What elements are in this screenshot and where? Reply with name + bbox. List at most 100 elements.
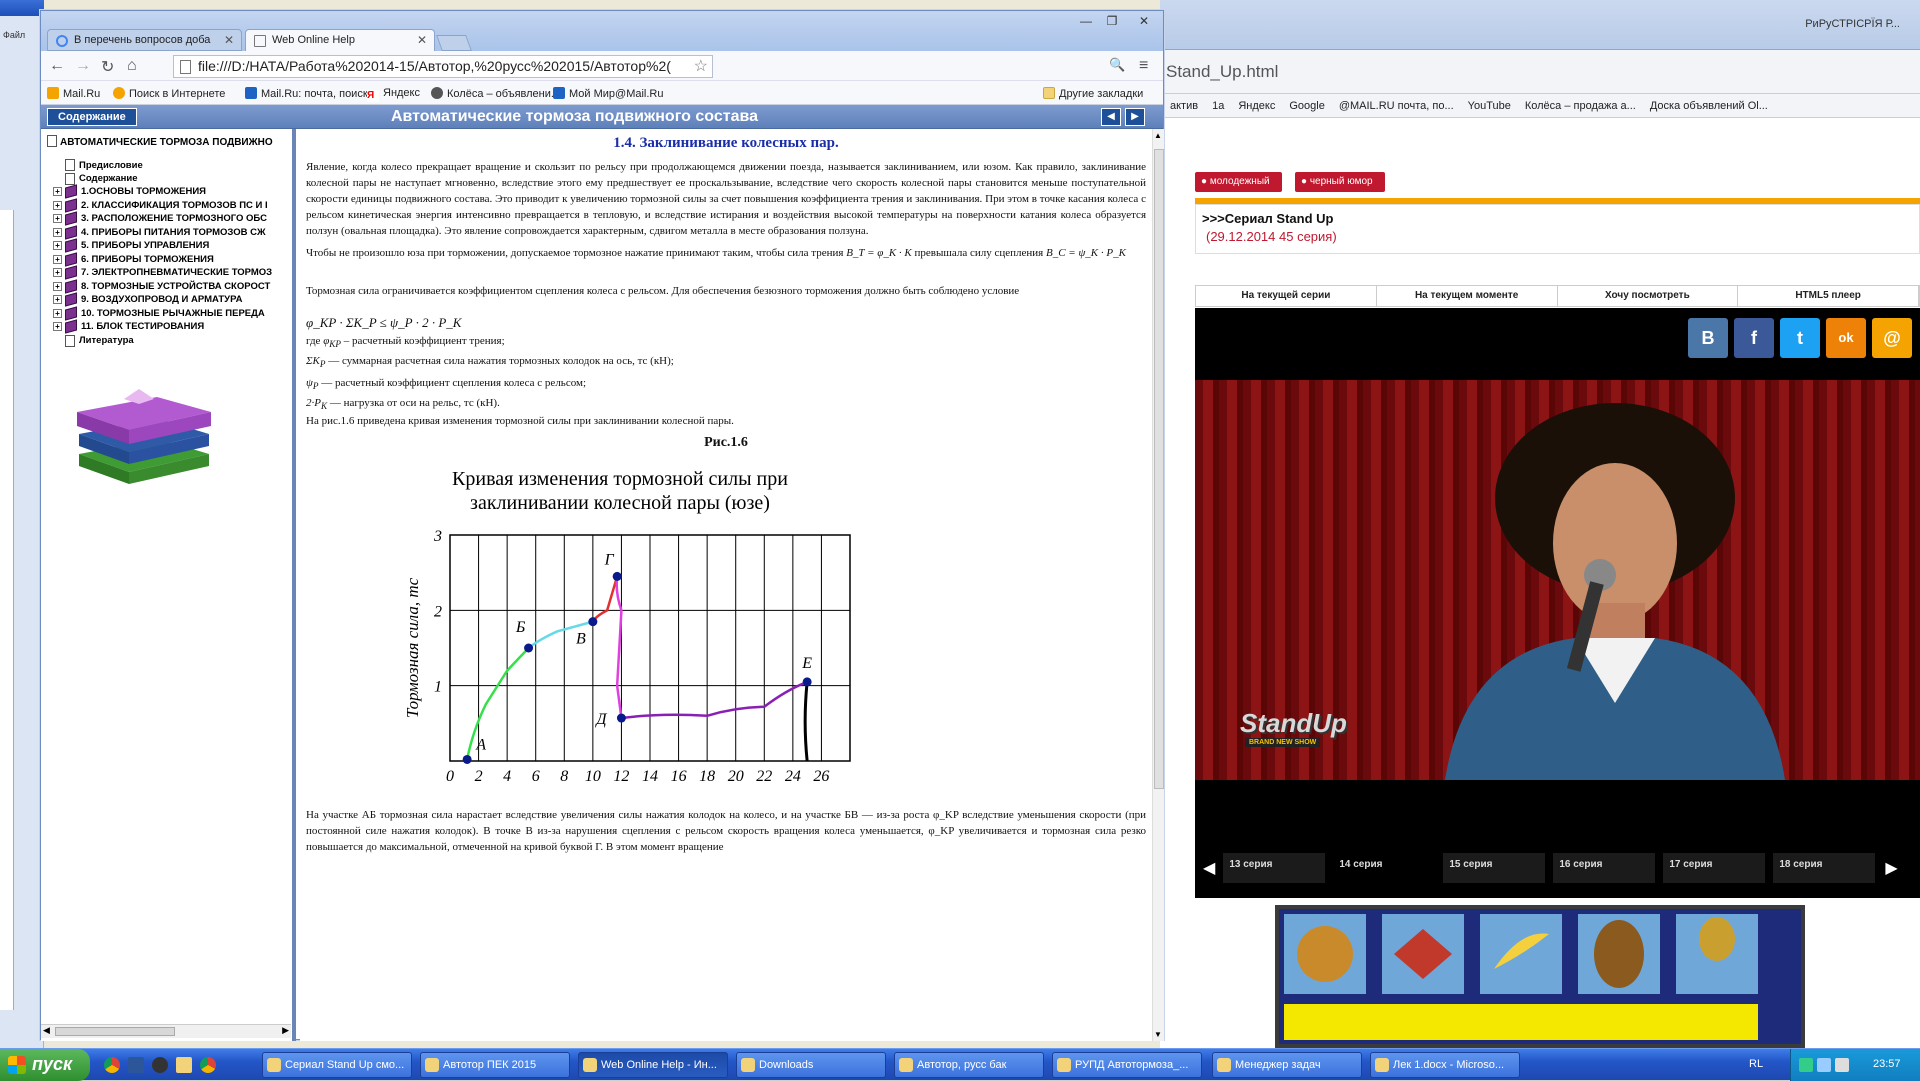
- search-extension-icon[interactable]: 🔍: [1109, 57, 1125, 73]
- tab-web-online-help[interactable]: Web Online Help ✕: [245, 29, 435, 51]
- taskbar-button[interactable]: РУПД Автотормоза_...: [1052, 1052, 1202, 1078]
- bg-bookmark-5[interactable]: YouTube: [1468, 100, 1511, 112]
- vk-share-icon[interactable]: В: [1688, 318, 1728, 358]
- bg-bookmark-6[interactable]: Колёса – продажа а...: [1525, 100, 1636, 112]
- toc-item[interactable]: Содержание: [53, 172, 138, 185]
- prev-topic-icon[interactable]: ◀: [1101, 108, 1121, 126]
- expand-icon[interactable]: +: [53, 281, 62, 291]
- content-vertical-scrollbar[interactable]: ▲ ▼: [1152, 129, 1164, 1041]
- toc-item[interactable]: +8. ТОРМОЗНЫЕ УСТРОЙСТВА СКОРОСТ: [53, 278, 270, 294]
- toc-item[interactable]: +11. БЛОК ТЕСТИРОВАНИЯ: [53, 319, 204, 334]
- video-player[interactable]: В f t ok @ StandUp BRAND NEW SHOW ◀ 13 с…: [1195, 308, 1920, 898]
- close-window-button[interactable]: ✕: [1127, 13, 1161, 29]
- menu-icon[interactable]: ≡: [1139, 57, 1148, 75]
- toc-item[interactable]: +6. ПРИБОРЫ ТОРМОЖЕНИЯ: [53, 251, 214, 267]
- scroll-left-icon[interactable]: ◀: [43, 1025, 50, 1036]
- clock[interactable]: 23:57: [1873, 1058, 1901, 1070]
- new-tab-button[interactable]: [436, 35, 472, 51]
- background-browser[interactable]: РиРуСТРІСРЇЯ Р... Stand_Up.html актив 1а Я…: [1160, 0, 1920, 1048]
- other-bookmarks[interactable]: Другие закладки: [1043, 87, 1143, 100]
- toc-item[interactable]: +4. ПРИБОРЫ ПИТАНИЯ ТОРМОЗОВ СЖ: [53, 224, 266, 240]
- forward-arrow-icon[interactable]: →: [75, 57, 91, 75]
- toc-item[interactable]: +3. РАСПОЛОЖЕНИЕ ТОРМОЗНОГО ОБС: [53, 211, 267, 226]
- expand-icon[interactable]: +: [53, 214, 62, 223]
- episode-16[interactable]: 16 серия: [1553, 853, 1656, 883]
- reload-icon[interactable]: ↻: [101, 57, 114, 77]
- expand-icon[interactable]: +: [53, 308, 62, 318]
- bg-browser-titlebar[interactable]: РиРуСТРІСРЇЯ Р...: [1160, 0, 1920, 50]
- toc-horizontal-scrollbar[interactable]: ◀ ▶: [41, 1024, 291, 1038]
- taskbar-button[interactable]: Лек 1.docx - Microso...: [1370, 1052, 1520, 1078]
- toc-root[interactable]: АВТОМАТИЧЕСКИЕ ТОРМОЗА ПОДВИЖНО: [47, 135, 273, 148]
- toc-item[interactable]: Предисловие: [53, 159, 143, 171]
- tag-youth[interactable]: ● молодежный: [1195, 172, 1282, 192]
- toc-item[interactable]: +9. ВОЗДУХОПРОВОД И АРМАТУРА: [53, 292, 242, 307]
- facebook-share-icon[interactable]: f: [1734, 318, 1774, 358]
- twitter-share-icon[interactable]: t: [1780, 318, 1820, 358]
- taskbar-button[interactable]: Сериал Stand Up смо...: [262, 1052, 412, 1078]
- toc-scroll-thumb[interactable]: [55, 1027, 175, 1036]
- video-tab-current-episode[interactable]: На текущей серии: [1196, 286, 1377, 306]
- bookmark-yandex[interactable]: Я Яндекс: [367, 87, 420, 102]
- home-icon[interactable]: ⌂: [127, 57, 137, 75]
- start-button[interactable]: пуск: [0, 1049, 90, 1081]
- scroll-right-icon[interactable]: ▶: [282, 1025, 289, 1036]
- expand-icon[interactable]: +: [53, 227, 62, 237]
- minimize-button[interactable]: —: [1073, 13, 1099, 29]
- episode-15[interactable]: 15 серия: [1443, 853, 1546, 883]
- bookmark-search[interactable]: Поиск в Интернете: [113, 87, 225, 100]
- bg-bookmark-4[interactable]: @MAIL.RU почта, по...: [1339, 100, 1454, 112]
- toc-item[interactable]: +7. ЭЛЕКТРОПНЕВМАТИЧЕСКИЕ ТОРМОЗ: [53, 265, 272, 280]
- taskbar-button[interactable]: Downloads: [736, 1052, 886, 1078]
- tab-close-icon[interactable]: ✕: [417, 33, 427, 47]
- content-scroll-thumb[interactable]: [1154, 149, 1164, 789]
- bookmark-mailru[interactable]: Mail.Ru: [47, 87, 100, 100]
- app-launch-icon[interactable]: [152, 1057, 168, 1073]
- toc-item[interactable]: Литература: [53, 334, 134, 347]
- bookmark-moi-mir[interactable]: Мой Мир@Mail.Ru: [553, 87, 663, 100]
- next-topic-icon[interactable]: ▶: [1125, 108, 1145, 126]
- episode-13[interactable]: 13 серия: [1223, 853, 1326, 883]
- taskbar-button[interactable]: Автотор ПЕК 2015: [420, 1052, 570, 1078]
- taskbar-button[interactable]: Web Online Help - Ин...: [578, 1052, 728, 1078]
- word-titlebar[interactable]: [0, 0, 44, 16]
- odnoklassniki-share-icon[interactable]: ok: [1826, 318, 1866, 358]
- episode-14[interactable]: 14 серия: [1333, 853, 1436, 883]
- expand-icon[interactable]: +: [53, 200, 62, 210]
- browser-titlebar[interactable]: В перечень вопросов доба ✕ Web Online He…: [41, 11, 1163, 51]
- expand-icon[interactable]: +: [53, 268, 62, 277]
- explorer-launch-icon[interactable]: [176, 1057, 192, 1073]
- chrome2-launch-icon[interactable]: [200, 1057, 216, 1073]
- expand-icon[interactable]: +: [53, 254, 62, 264]
- tray-volume-icon[interactable]: [1835, 1058, 1849, 1072]
- bg-bookmark-1[interactable]: 1а: [1212, 100, 1224, 112]
- tab-close-icon[interactable]: ✕: [224, 33, 234, 47]
- taskbar-button[interactable]: Автотор, русс бак: [894, 1052, 1044, 1078]
- bg-bookmark-0[interactable]: актив: [1170, 100, 1198, 112]
- bg-address-bar[interactable]: Stand_Up.html: [1160, 50, 1920, 94]
- expand-icon[interactable]: +: [53, 295, 62, 304]
- toc-item[interactable]: +5. ПРИБОРЫ УПРАВЛЕНИЯ: [53, 238, 209, 253]
- tab-questions[interactable]: В перечень вопросов доба ✕: [47, 29, 242, 51]
- tray-display-icon[interactable]: [1817, 1058, 1831, 1072]
- episode-18[interactable]: 18 серия: [1773, 853, 1876, 883]
- chrome-launch-icon[interactable]: [104, 1057, 120, 1073]
- taskbar-button[interactable]: Менеджер задач: [1212, 1052, 1362, 1078]
- back-arrow-icon[interactable]: ←: [49, 57, 65, 75]
- bookmark-mailru-mail[interactable]: Mail.Ru: почта, поиск...: [245, 87, 377, 100]
- bg-bookmark-7[interactable]: Доска объявлений Ol...: [1650, 100, 1768, 112]
- help-browser-window[interactable]: В перечень вопросов доба ✕ Web Online He…: [40, 10, 1164, 1041]
- scroll-down-icon[interactable]: ▼: [1154, 1030, 1162, 1039]
- word-launch-icon[interactable]: [128, 1057, 144, 1073]
- expand-icon[interactable]: +: [53, 322, 62, 331]
- toc-item[interactable]: +10. ТОРМОЗНЫЕ РЫЧАЖНЫЕ ПЕРЕДА: [53, 305, 265, 321]
- tray-network-icon[interactable]: [1799, 1058, 1813, 1072]
- language-indicator[interactable]: RL: [1749, 1058, 1763, 1070]
- expand-icon[interactable]: +: [53, 187, 62, 196]
- maximize-button[interactable]: ❐: [1099, 13, 1125, 29]
- toc-item[interactable]: +1.ОСНОВЫ ТОРМОЖЕНИЯ: [53, 184, 206, 199]
- scroll-up-icon[interactable]: ▲: [1154, 131, 1162, 140]
- episodes-prev-icon[interactable]: ◀: [1203, 858, 1215, 878]
- toc-item[interactable]: +2. КЛАССИФИКАЦИЯ ТОРМОЗОВ ПС И I: [53, 197, 268, 213]
- video-tab-want-watch[interactable]: Хочу посмотреть: [1558, 286, 1739, 306]
